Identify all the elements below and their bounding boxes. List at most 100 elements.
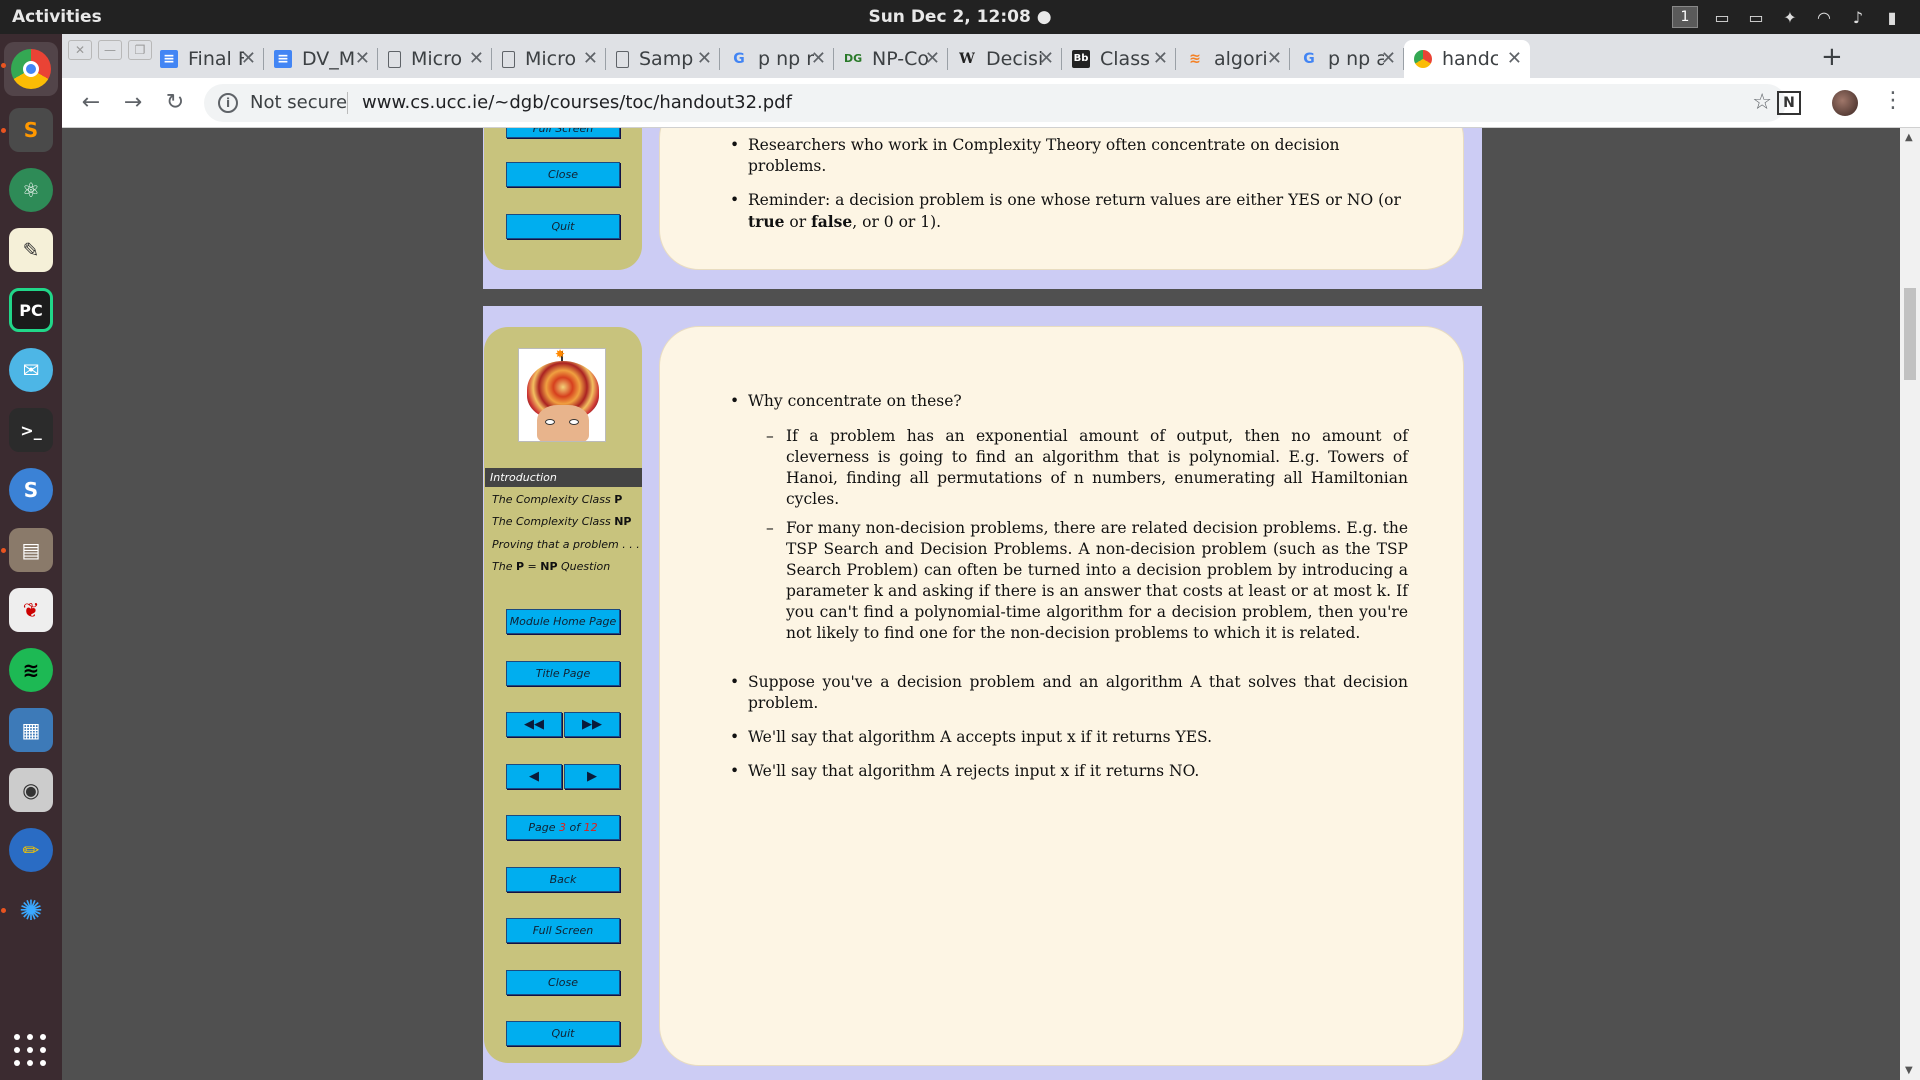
close-tab-icon[interactable]: ✕: [1267, 48, 1282, 69]
toc-item-proving[interactable]: Proving that a problem . . .: [492, 538, 640, 551]
toc-item-p-np-question[interactable]: The P = NP Question: [492, 560, 610, 573]
image-viewer-icon[interactable]: ▦: [9, 708, 53, 752]
back-arrow-icon[interactable]: ←: [78, 90, 104, 116]
scrollbar[interactable]: ▲ ▼: [1900, 128, 1920, 1080]
browser-tab[interactable]: Gp np a ✕: [1290, 40, 1404, 78]
tab-title: p np a: [1328, 48, 1384, 70]
address-bar[interactable]: i Not secure www.cs.ucc.ie/~dgb/courses/…: [204, 84, 1786, 122]
close-tab-icon[interactable]: ✕: [241, 48, 256, 69]
close-tab-icon[interactable]: ✕: [1153, 48, 1168, 69]
slide-content: • Researchers who work in Complexity Theo…: [659, 128, 1464, 270]
title-page-button[interactable]: Title Page: [506, 661, 620, 686]
back-button[interactable]: Back: [506, 867, 620, 892]
atom-icon[interactable]: ⚛: [9, 168, 53, 212]
battery-icon[interactable]: ▮: [1882, 7, 1902, 27]
browser-tab[interactable]: Micro ✕: [378, 40, 492, 78]
close-tab-icon[interactable]: ✕: [583, 48, 598, 69]
rewind-button[interactable]: ◀◀: [506, 712, 562, 737]
browser-tab[interactable]: ≋ algori ✕: [1176, 40, 1290, 78]
close-tab-icon[interactable]: ✕: [925, 48, 940, 69]
terminal-icon[interactable]: >_: [9, 408, 53, 452]
new-tab-button[interactable]: +: [1821, 42, 1843, 72]
browser-tab[interactable]: Sampl ✕: [606, 40, 720, 78]
quit-button[interactable]: Quit: [506, 1021, 620, 1046]
google-icon: G: [733, 51, 745, 67]
scroll-up-icon[interactable]: ▲: [1905, 132, 1913, 143]
files-icon[interactable]: ▤: [9, 528, 53, 572]
docs-icon: ≡: [274, 50, 292, 68]
simplenote-icon[interactable]: S: [9, 468, 53, 512]
clock[interactable]: Sun Dec 2, 12:08 ●: [868, 7, 1051, 27]
browser-tab[interactable]: DG NP-Co ✕: [834, 40, 948, 78]
tab-title: Micro: [525, 48, 577, 70]
toc-item-class-np[interactable]: The Complexity Class NP: [492, 515, 632, 528]
window-controls: ✕ — ❐: [68, 40, 152, 60]
maximize-window-icon[interactable]: ❐: [128, 40, 152, 60]
close-tab-icon[interactable]: ✕: [1381, 48, 1396, 69]
close-tab-icon[interactable]: ✕: [1507, 48, 1522, 69]
quit-button[interactable]: Quit: [506, 214, 620, 239]
tab-title: Micro: [411, 48, 463, 70]
close-tab-icon[interactable]: ✕: [697, 48, 712, 69]
browser-toolbar: ← → ↻ i Not secure www.cs.ucc.ie/~dgb/co…: [62, 78, 1920, 128]
screenshot-icon[interactable]: ◉: [9, 768, 53, 812]
bullet-accepts: We'll say that algorithm A accepts input…: [748, 728, 1213, 746]
not-secure-label[interactable]: Not secure: [250, 92, 347, 113]
text-editor-icon[interactable]: ✎: [9, 228, 53, 272]
chrome-icon[interactable]: [4, 42, 58, 96]
close-tab-icon[interactable]: ✕: [811, 48, 826, 69]
close-tab-icon[interactable]: ✕: [1039, 48, 1054, 69]
minimize-window-icon[interactable]: —: [98, 40, 122, 60]
settings-icon[interactable]: ✺: [9, 888, 53, 932]
volume-icon[interactable]: ♪: [1848, 7, 1868, 27]
fast-forward-button[interactable]: ▶▶: [564, 712, 620, 737]
mail-icon[interactable]: ✉: [9, 348, 53, 392]
bookmark-star-icon[interactable]: ☆: [1752, 90, 1772, 115]
spotify-icon[interactable]: ≋: [9, 648, 53, 692]
close-button[interactable]: Close: [506, 162, 620, 187]
pencil-icon[interactable]: ✏: [9, 828, 53, 872]
slide-text: • Why concentrate on these? – If a problem…: [730, 392, 1408, 780]
scroll-down-icon[interactable]: ▼: [1905, 1065, 1913, 1076]
reload-icon[interactable]: ↻: [162, 90, 188, 116]
full-screen-button[interactable]: Full Screen: [506, 918, 620, 943]
close-tab-icon[interactable]: ✕: [355, 48, 370, 69]
evince-icon[interactable]: ❦: [9, 588, 53, 632]
toc-item-introduction[interactable]: Introduction: [485, 468, 642, 487]
drive-icon[interactable]: ▭: [1712, 7, 1732, 27]
extension-n-icon[interactable]: N: [1777, 91, 1801, 115]
forward-arrow-icon[interactable]: →: [120, 90, 146, 116]
browser-tab[interactable]: W Decisi ✕: [948, 40, 1062, 78]
browser-tab[interactable]: handc ✕: [1404, 40, 1530, 78]
blackboard-icon: Bb: [1072, 50, 1090, 68]
bullet-text: Researchers who work in Complexity Theor…: [748, 136, 1340, 175]
browser-tab[interactable]: ≡ Final F ✕: [150, 40, 264, 78]
menu-kebab-icon[interactable]: ⋮: [1882, 88, 1904, 113]
url-text[interactable]: www.cs.ucc.ie/~dgb/courses/toc/handout32…: [362, 92, 792, 113]
scrollbar-thumb[interactable]: [1904, 288, 1916, 380]
show-applications-icon[interactable]: [14, 1034, 48, 1068]
full-screen-button[interactable]: Full Screen: [506, 128, 620, 138]
browser-tab[interactable]: Micro ✕: [492, 40, 606, 78]
close-tab-icon[interactable]: ✕: [469, 48, 484, 69]
browser-tab[interactable]: Bb Class ✕: [1062, 40, 1176, 78]
profile-avatar[interactable]: [1832, 90, 1858, 116]
close-window-icon[interactable]: ✕: [68, 40, 92, 60]
page-indicator-button[interactable]: Page 3 of 12: [506, 815, 620, 840]
module-home-button[interactable]: Module Home Page: [506, 609, 620, 634]
toc-item-class-p[interactable]: The Complexity Class P: [492, 493, 622, 506]
next-page-button[interactable]: ▶: [564, 764, 620, 789]
browser-tab[interactable]: ≡ DV_M ✕: [264, 40, 378, 78]
browser-tab[interactable]: Gp np n ✕: [720, 40, 834, 78]
drive-icon-2[interactable]: ▭: [1746, 7, 1766, 27]
close-button[interactable]: Close: [506, 970, 620, 995]
activities-button[interactable]: Activities: [12, 7, 102, 27]
tab-title: Final F: [188, 48, 244, 70]
sublime-icon[interactable]: S: [9, 108, 53, 152]
workspace-indicator[interactable]: 1: [1672, 6, 1698, 28]
pycharm-icon[interactable]: PC: [9, 288, 53, 332]
info-icon[interactable]: i: [218, 93, 238, 113]
wifi-icon[interactable]: ◠: [1814, 7, 1834, 27]
previous-page-button[interactable]: ◀: [506, 764, 562, 789]
accessibility-icon[interactable]: ✦: [1780, 7, 1800, 27]
